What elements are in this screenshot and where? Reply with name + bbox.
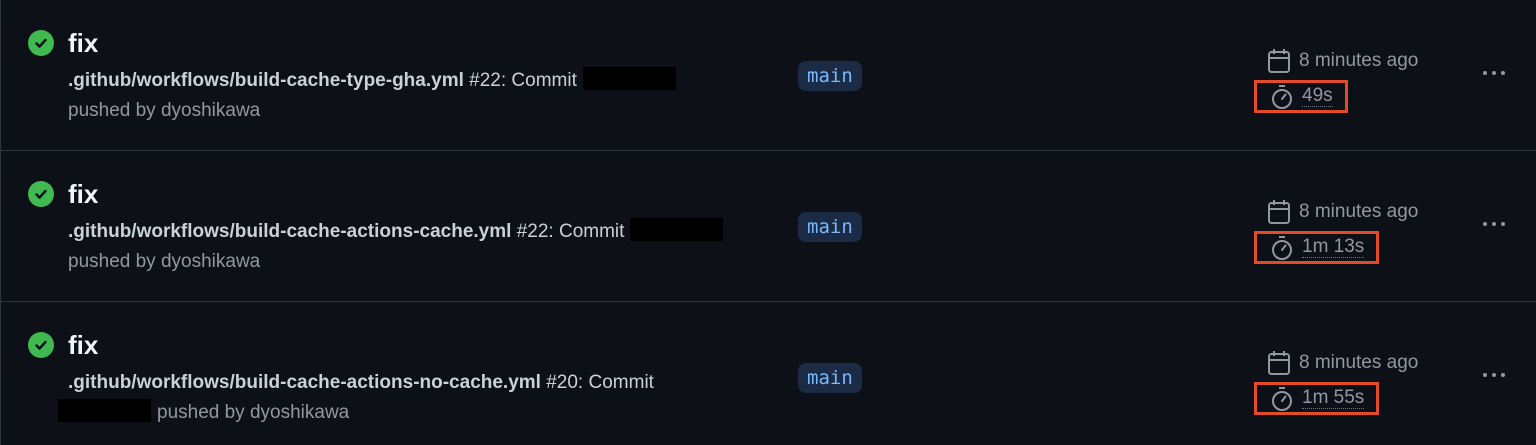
workflow-name[interactable]: .github/workflows/build-cache-actions-ca…: [68, 221, 511, 242]
workflow-name[interactable]: .github/workflows/build-cache-actions-no…: [68, 372, 541, 393]
duration-text: 49s: [1302, 85, 1333, 107]
run-number: #22:: [469, 70, 507, 91]
check-circle-icon: [28, 332, 54, 358]
pushed-by-text: pushed by dyoshikawa: [68, 100, 261, 121]
time-ago-text: 8 minutes ago: [1299, 201, 1419, 222]
calendar-icon: [1268, 49, 1290, 73]
run-meta: .github/workflows/build-cache-actions-no…: [58, 368, 758, 428]
run-menu-button[interactable]: [1477, 360, 1511, 390]
run-timing: 8 minutes ago: [1267, 197, 1467, 227]
branch-label[interactable]: main: [798, 212, 862, 242]
run-meta: .github/workflows/build-cache-actions-ca…: [68, 217, 768, 277]
stopwatch-icon: [1272, 84, 1292, 109]
run-timing: 8 minutes ago: [1267, 348, 1467, 378]
run-date: 8 minutes ago: [1267, 197, 1467, 227]
run-duration-highlight: 1m 55s: [1254, 382, 1380, 415]
run-menu-button[interactable]: [1477, 58, 1511, 88]
workflow-runs-list: fix .github/workflows/build-cache-type-g…: [0, 0, 1536, 445]
redacted-commit-sha: [630, 218, 724, 241]
run-timing: 8 minutes ago: [1267, 46, 1467, 76]
run-duration-highlight: 49s: [1254, 80, 1348, 113]
kebab-horizontal-icon: [1483, 222, 1487, 226]
run-meta-line: .github/workflows/build-cache-actions-no…: [58, 372, 654, 393]
commit-label: Commit: [511, 70, 577, 91]
commit-label: Commit: [558, 221, 625, 242]
branch-label[interactable]: main: [798, 61, 862, 91]
pushed-by-text: pushed by dyoshikawa: [68, 251, 261, 272]
time-ago-text: 8 minutes ago: [1299, 50, 1419, 71]
run-title-link[interactable]: fix: [68, 330, 98, 360]
calendar-icon: [1268, 200, 1290, 224]
run-title-link[interactable]: fix: [68, 28, 98, 58]
workflow-run-row[interactable]: fix .github/workflows/build-cache-type-g…: [1, 0, 1536, 151]
workflow-name[interactable]: .github/workflows/build-cache-type-gha.y…: [68, 70, 464, 91]
run-menu-button[interactable]: [1477, 209, 1511, 239]
pushed-by-text: pushed by dyoshikawa: [157, 402, 350, 423]
run-date: 8 minutes ago: [1267, 46, 1467, 76]
redacted-commit-sha: [58, 399, 151, 422]
run-number: #22:: [516, 221, 554, 242]
time-ago-text: 8 minutes ago: [1299, 352, 1419, 373]
run-date: 8 minutes ago: [1267, 348, 1467, 378]
stopwatch-icon: [1272, 386, 1292, 411]
redacted-commit-sha: [582, 67, 676, 90]
run-number: #20:: [546, 372, 584, 393]
kebab-horizontal-icon: [1483, 373, 1487, 377]
run-meta: .github/workflows/build-cache-type-gha.y…: [68, 66, 768, 126]
workflow-run-row[interactable]: fix .github/workflows/build-cache-action…: [1, 302, 1536, 445]
check-circle-icon: [28, 30, 54, 56]
run-duration-highlight: 1m 13s: [1254, 231, 1380, 264]
check-circle-icon: [28, 181, 54, 207]
commit-label: Commit: [588, 372, 654, 393]
stopwatch-icon: [1272, 235, 1292, 260]
run-title-link[interactable]: fix: [68, 179, 98, 209]
workflow-run-row[interactable]: fix .github/workflows/build-cache-action…: [1, 151, 1536, 302]
kebab-horizontal-icon: [1483, 71, 1487, 75]
calendar-icon: [1268, 351, 1290, 375]
duration-text: 1m 13s: [1302, 236, 1365, 258]
duration-text: 1m 55s: [1302, 387, 1365, 409]
branch-label[interactable]: main: [798, 363, 862, 393]
